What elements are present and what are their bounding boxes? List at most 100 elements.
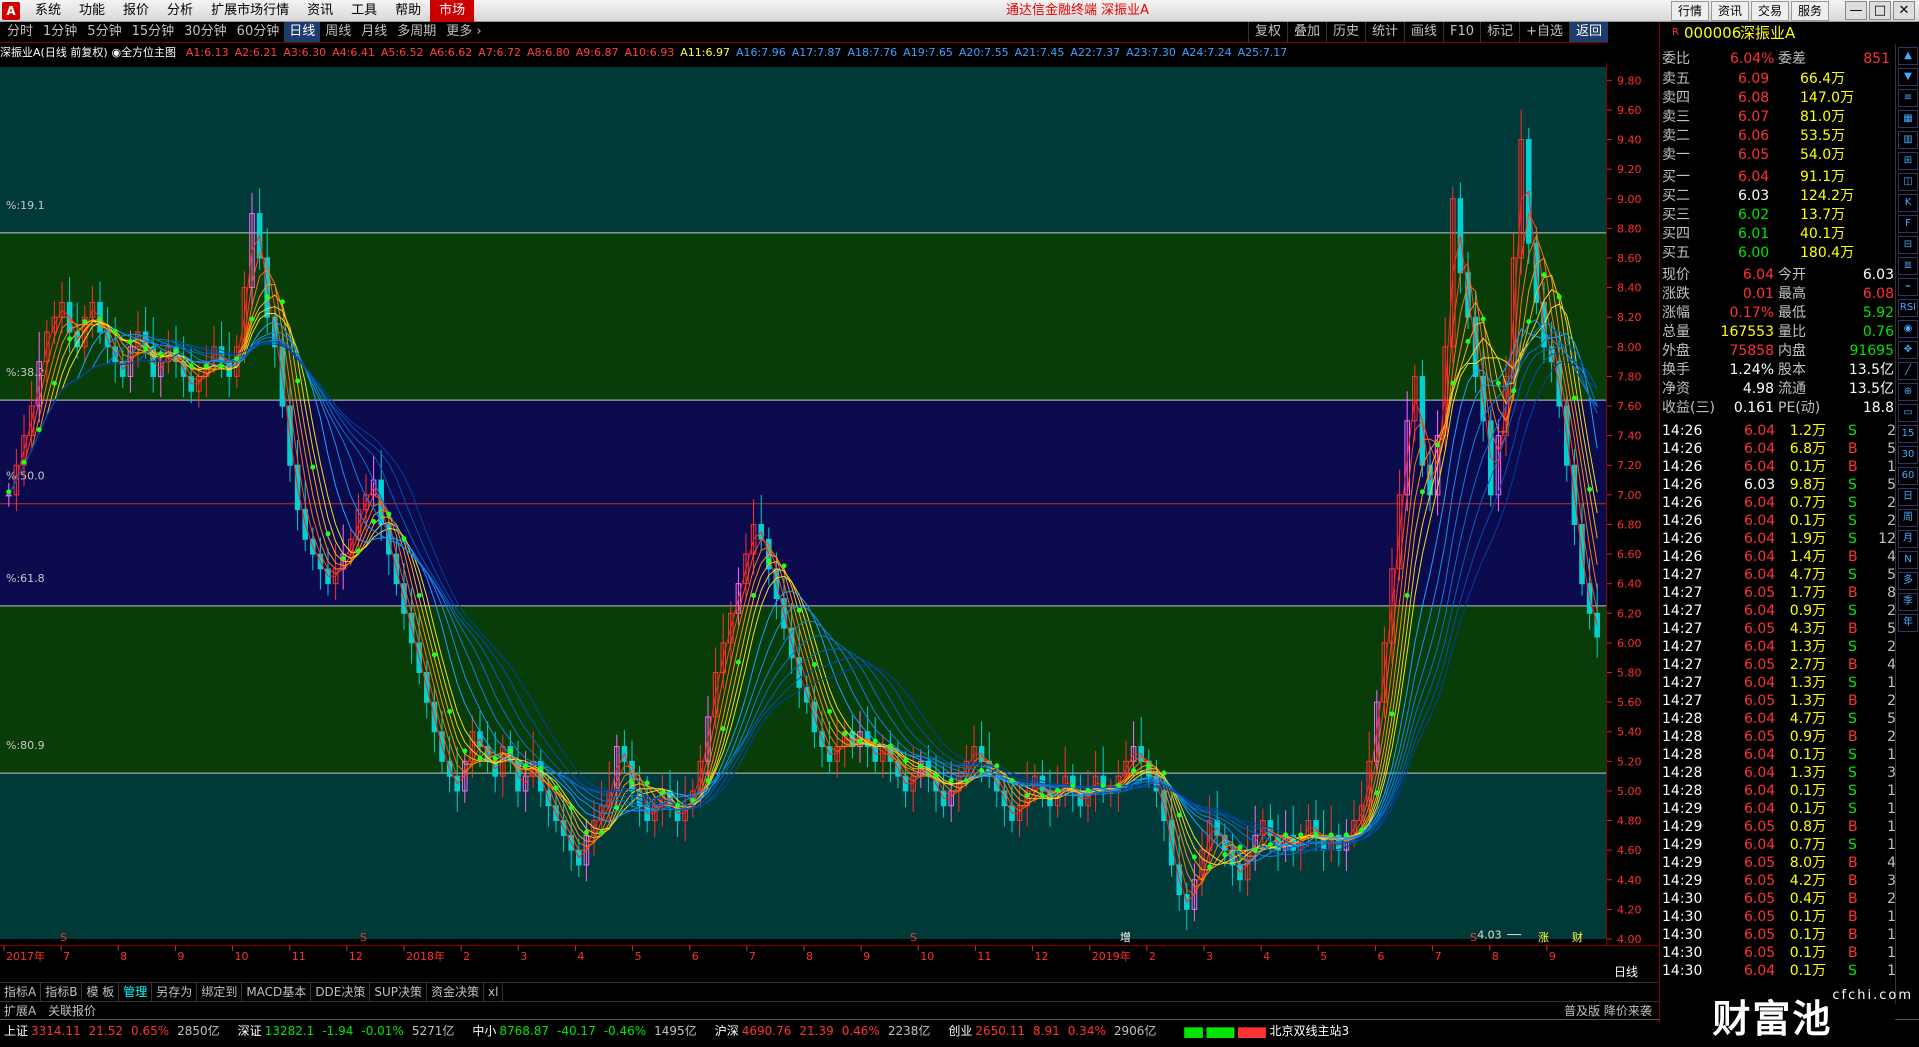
trend-dot bbox=[1435, 442, 1441, 448]
indicator-tab-10[interactable]: xl bbox=[484, 983, 504, 1001]
top-button-2[interactable]: 交易 bbox=[1750, 1, 1789, 21]
tick-time: 14:30 bbox=[1662, 963, 1703, 979]
period-tab-0[interactable]: 分时 bbox=[2, 22, 38, 42]
ext-item-related-quote[interactable]: 关联报价 bbox=[44, 1004, 100, 1018]
tool-button-3[interactable]: 统计 bbox=[1365, 22, 1404, 42]
bid-label: 买一 bbox=[1662, 169, 1690, 185]
index-name-1[interactable]: 深证 bbox=[238, 1024, 262, 1038]
side-tool-icon-0[interactable]: ▲ bbox=[1898, 47, 1918, 65]
period-tab-10[interactable]: 更多 › bbox=[441, 22, 486, 42]
side-tool-icon-24[interactable]: N bbox=[1898, 551, 1918, 569]
side-tool-icon-6[interactable]: ◫ bbox=[1898, 173, 1918, 191]
side-tool-icon-25[interactable]: 多 bbox=[1898, 572, 1918, 590]
server-name[interactable]: 北京双线主站3 bbox=[1270, 1024, 1350, 1038]
period-tab-5[interactable]: 60分钟 bbox=[232, 22, 285, 42]
avg-label-17: A22: bbox=[1070, 46, 1096, 59]
menu-item-2[interactable]: 报价 bbox=[114, 0, 158, 22]
tool-button-0[interactable]: 复权 bbox=[1247, 22, 1287, 42]
side-tool-icon-5[interactable]: ⊞ bbox=[1898, 152, 1918, 170]
side-tool-icon-4[interactable]: ▥ bbox=[1898, 131, 1918, 149]
side-tool-icon-15[interactable]: ╱ bbox=[1898, 362, 1918, 380]
bid-price: 6.03 bbox=[1738, 188, 1770, 204]
indicator-tab-0[interactable]: 指标A bbox=[0, 983, 42, 1001]
menu-item-8[interactable]: 市场 bbox=[430, 0, 475, 22]
maximize-icon[interactable]: □ bbox=[1869, 1, 1891, 20]
menu-item-7[interactable]: 帮助 bbox=[386, 0, 430, 22]
period-tab-1[interactable]: 1分钟 bbox=[38, 22, 82, 42]
promo-link[interactable]: 普及版 降价来袭 bbox=[1560, 1002, 1656, 1020]
indicator-tab-9[interactable]: 资金决策 bbox=[427, 983, 485, 1001]
period-tab-7[interactable]: 周线 bbox=[320, 22, 356, 42]
tick-side: S bbox=[1848, 783, 1857, 799]
indicator-tab-4[interactable]: 另存为 bbox=[152, 983, 198, 1001]
index-name-2[interactable]: 中小 bbox=[472, 1024, 496, 1038]
tick-row-16: 14:28 6.04 4.7万 S 5 bbox=[1660, 710, 1896, 728]
side-tool-icon-2[interactable]: ≡ bbox=[1898, 89, 1918, 107]
tool-button-5[interactable]: F10 bbox=[1443, 22, 1480, 42]
side-tool-icon-18[interactable]: 15 bbox=[1898, 425, 1918, 443]
top-button-0[interactable]: 行情 bbox=[1670, 1, 1709, 21]
tool-button-7[interactable]: +自选 bbox=[1519, 22, 1569, 42]
side-tool-icon-14[interactable]: ✥ bbox=[1898, 341, 1918, 359]
side-tool-icon-8[interactable]: F bbox=[1898, 215, 1918, 233]
period-tab-4[interactable]: 30分钟 bbox=[179, 22, 232, 42]
side-tool-icon-22[interactable]: 周 bbox=[1898, 509, 1918, 527]
period-tab-3[interactable]: 15分钟 bbox=[127, 22, 180, 42]
stat-value: 0.01 bbox=[1742, 286, 1774, 302]
radio-icon[interactable]: ◉ bbox=[111, 46, 121, 59]
tool-button-4[interactable]: 画线 bbox=[1404, 22, 1443, 42]
index-name-4[interactable]: 创业 bbox=[948, 1024, 972, 1038]
side-tool-icon-11[interactable]: ⌁ bbox=[1898, 278, 1918, 296]
menu-item-6[interactable]: 工具 bbox=[342, 0, 386, 22]
side-tool-icon-20[interactable]: 60 bbox=[1898, 467, 1918, 485]
period-tab-6[interactable]: 日线 bbox=[284, 22, 321, 42]
side-tool-icon-3[interactable]: ▦ bbox=[1898, 110, 1918, 128]
side-tool-icon-27[interactable]: 年 bbox=[1898, 614, 1918, 632]
side-tool-icon-10[interactable]: ≣ bbox=[1898, 257, 1918, 275]
side-tool-icon-19[interactable]: 30 bbox=[1898, 446, 1918, 464]
close-icon[interactable]: ✕ bbox=[1893, 1, 1915, 20]
ask-label: 卖三 bbox=[1662, 109, 1690, 125]
period-tab-2[interactable]: 5分钟 bbox=[82, 22, 126, 42]
side-tool-icon-21[interactable]: 日 bbox=[1898, 488, 1918, 506]
minimize-icon[interactable]: — bbox=[1845, 1, 1867, 20]
side-tool-icon-7[interactable]: K bbox=[1898, 194, 1918, 212]
kline-chart[interactable]: %:19.1%:38.2%:50.0%:61.8%:80.99.894.03SS… bbox=[0, 61, 1848, 945]
tool-button-8[interactable]: 返回 bbox=[1568, 22, 1608, 42]
menu-item-3[interactable]: 分析 bbox=[158, 0, 202, 22]
period-tab-9[interactable]: 多周期 bbox=[392, 22, 441, 42]
ext-item-a[interactable]: 扩展A bbox=[0, 1004, 40, 1018]
period-tab-8[interactable]: 月线 bbox=[356, 22, 392, 42]
app-logo-icon[interactable]: A bbox=[2, 2, 20, 20]
indicator-tab-7[interactable]: DDE决策 bbox=[311, 983, 371, 1001]
indicator-tab-8[interactable]: SUP决策 bbox=[370, 983, 428, 1001]
indicator-tab-1[interactable]: 指标B bbox=[41, 983, 83, 1001]
main-chart-mode[interactable]: 全方位主图 bbox=[121, 46, 176, 59]
side-tool-icon-9[interactable]: ⊟ bbox=[1898, 236, 1918, 254]
menu-item-0[interactable]: 系统 bbox=[26, 0, 70, 22]
indicator-tab-3[interactable]: 管理 bbox=[119, 983, 153, 1001]
menu-item-5[interactable]: 资讯 bbox=[298, 0, 342, 22]
menu-item-4[interactable]: 扩展市场行情 bbox=[202, 0, 298, 22]
kline-chart-svg[interactable]: %:19.1%:38.2%:50.0%:61.8%:80.99.894.03SS… bbox=[0, 61, 1848, 945]
index-name-0[interactable]: 上证 bbox=[4, 1024, 28, 1038]
menu-item-1[interactable]: 功能 bbox=[70, 0, 114, 22]
side-tool-icon-23[interactable]: 月 bbox=[1898, 530, 1918, 548]
top-button-3[interactable]: 服务 bbox=[1790, 1, 1829, 21]
indicator-tab-2[interactable]: 模 板 bbox=[82, 983, 120, 1001]
tool-button-2[interactable]: 历史 bbox=[1325, 22, 1365, 42]
avg-label-14: A19: bbox=[903, 46, 929, 59]
tool-button-1[interactable]: 叠加 bbox=[1286, 22, 1326, 42]
side-tool-icon-26[interactable]: 季 bbox=[1898, 593, 1918, 611]
side-tool-icon-1[interactable]: ▼ bbox=[1898, 68, 1918, 86]
trend-dot bbox=[1526, 319, 1532, 325]
side-tool-icon-13[interactable]: ◉ bbox=[1898, 320, 1918, 338]
indicator-tab-6[interactable]: MACD基本 bbox=[242, 983, 312, 1001]
indicator-tab-5[interactable]: 绑定到 bbox=[197, 983, 243, 1001]
index-name-3[interactable]: 沪深 bbox=[715, 1024, 739, 1038]
top-button-1[interactable]: 资讯 bbox=[1710, 1, 1749, 21]
side-tool-icon-17[interactable]: ▭ bbox=[1898, 404, 1918, 422]
side-tool-icon-16[interactable]: ⊕ bbox=[1898, 383, 1918, 401]
tool-button-6[interactable]: 标记 bbox=[1480, 22, 1519, 42]
side-tool-icon-12[interactable]: RSI bbox=[1898, 299, 1918, 317]
